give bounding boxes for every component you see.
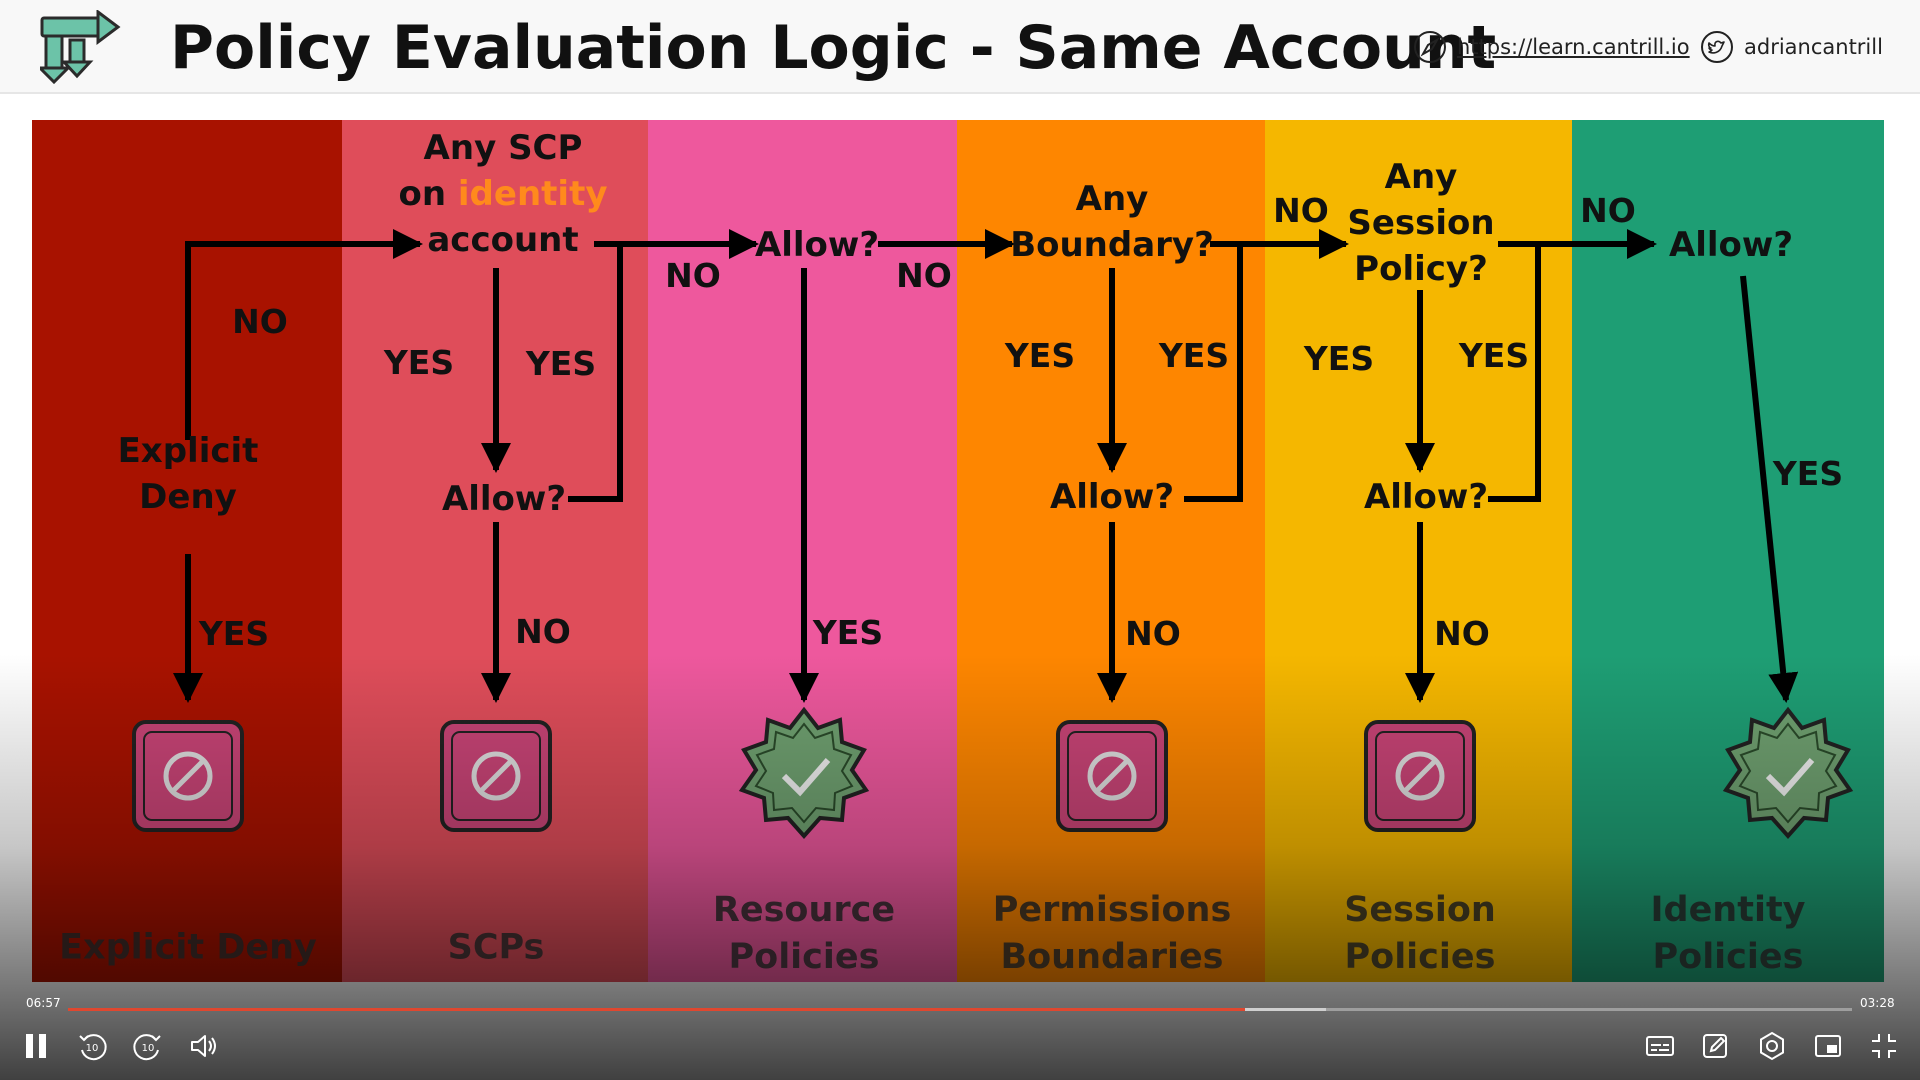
node-identity-allow: Allow? [1668,225,1794,265]
deny-icon [1364,720,1476,832]
pause-button[interactable] [18,1028,54,1064]
column-title-scps: SCPs [447,927,545,968]
subtitles-icon [1646,1036,1674,1056]
notes-button[interactable] [1698,1028,1734,1064]
edge-label-yes: YES [1458,336,1530,375]
subtitles-button[interactable] [1642,1028,1678,1064]
website-link-text[interactable]: https://learn.cantrill.io [1457,35,1690,59]
column-title-identity-policies: Identity Policies [1650,890,1806,977]
node-session-question: Any Session Policy? [1347,157,1495,289]
settings-button[interactable] [1754,1028,1790,1064]
column-title-permissions-boundaries: Permissions Boundaries [992,890,1232,977]
page-title: Policy Evaluation Logic - Same Account [170,13,1497,83]
volume-icon [191,1035,216,1057]
node-session-allow: Allow? [1363,477,1489,517]
video-player-controls: 06:57 03:28 10 10 [0,990,1920,1080]
svg-text:10: 10 [142,1043,155,1054]
column-title-resource-policies: Resource Policies [712,890,896,977]
settings-icon [1760,1031,1784,1061]
edge-label-yes: YES [383,343,455,382]
volume-button[interactable] [186,1028,222,1064]
twitter-link[interactable]: adriancantrill [1700,28,1883,66]
node-scp-allow: Allow? [441,479,567,519]
edge-label-no: NO [896,256,952,295]
node-boundary-allow: Allow? [1049,477,1175,517]
edge-label-no: NO [1580,191,1636,230]
edge-label-yes: YES [198,614,270,653]
edge-label-no: NO [232,302,288,341]
forward-button[interactable]: 10 [130,1028,166,1064]
rewind-10-icon: 10 [79,1034,107,1061]
twitter-bird-icon [1701,31,1733,63]
node-scp-question: Any SCP on identity account [398,128,608,260]
rewind-button[interactable]: 10 [74,1028,110,1064]
edge-label-yes: YES [1158,336,1230,375]
forward-10-icon: 10 [133,1034,161,1061]
column-title-session-policies: Session Policies [1344,890,1496,977]
progress-played [68,1008,1246,1011]
time-remaining: 03:28 [1860,996,1895,1010]
edge-label-yes: YES [1772,454,1844,493]
pause-icon [26,1034,46,1058]
deny-icon [132,720,244,832]
exit-fullscreen-button[interactable] [1866,1028,1902,1064]
edge-label-yes: YES [1004,336,1076,375]
edge-label-no: NO [665,256,721,295]
svg-text:10: 10 [86,1043,99,1054]
deny-icon [440,720,552,832]
allow-badge-icon [1722,706,1854,840]
picture-in-picture-icon [1815,1035,1841,1057]
node-resource-allow: Allow? [754,225,880,265]
edge-label-no: NO [515,612,571,651]
slide-header: Policy Evaluation Logic - Same Account h… [0,0,1920,94]
progress-bar[interactable] [68,1008,1852,1011]
twitter-handle: adriancantrill [1744,35,1883,59]
edge-label-no: NO [1273,191,1329,230]
compass-icon [1414,31,1446,63]
node-boundary-question: Any Boundary? [1010,179,1214,265]
time-elapsed: 06:57 [26,996,61,1010]
exit-fullscreen-icon [1872,1034,1896,1058]
edge-label-no: NO [1434,614,1490,653]
picture-in-picture-button[interactable] [1810,1028,1846,1064]
website-link[interactable]: https://learn.cantrill.io [1413,28,1690,66]
deny-icon [1056,720,1168,832]
edge-label-no: NO [1125,614,1181,653]
column-title-explicit-deny: Explicit Deny [59,927,317,968]
allow-badge-icon [738,706,870,840]
arrows-logo-icon [40,10,121,84]
slide-canvas: Explicit Deny Any SCP on identity account… [0,94,1920,1080]
edge-label-yes: YES [812,613,884,652]
edge-label-yes: YES [525,344,597,383]
notes-icon [1703,1034,1727,1058]
node-explicit-deny: Explicit Deny [117,431,259,517]
edge-label-yes: YES [1303,339,1375,378]
